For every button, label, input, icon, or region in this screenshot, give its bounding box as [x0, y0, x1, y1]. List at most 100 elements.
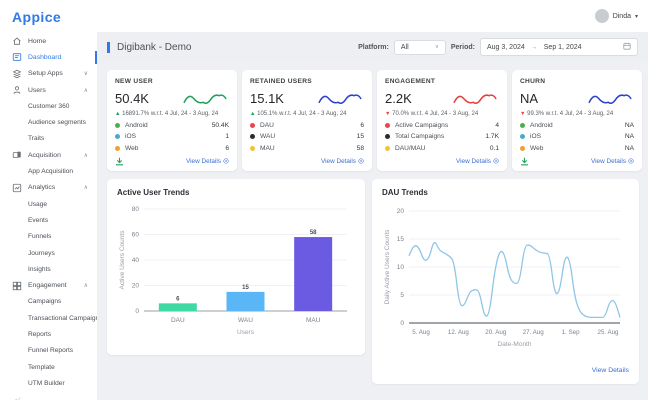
view-details-link[interactable]: View Details: [321, 158, 364, 165]
user-menu-caret-icon[interactable]: ▾: [635, 13, 638, 20]
acquisition-icon: [11, 150, 22, 161]
sidebar-item-dashboard[interactable]: Dashboard: [0, 49, 97, 65]
platform-select[interactable]: All ∨: [394, 40, 446, 55]
sidebar-item-utm-builder[interactable]: UTM Builder: [0, 375, 97, 391]
sidebar-item-transactional-campaigns[interactable]: Transactional Campaigns: [0, 310, 97, 326]
sidebar-item-journeys[interactable]: Journeys: [0, 245, 97, 261]
sidebar-item-label: Users: [28, 87, 46, 94]
mau-dot-icon: [250, 146, 255, 151]
view-details-link[interactable]: View Details: [186, 158, 229, 165]
svg-text:Active Users Counts: Active Users Counts: [119, 230, 126, 290]
active-campaigns-dot-icon: [385, 123, 390, 128]
trend-arrow-icon: ▼: [385, 111, 390, 117]
avatar[interactable]: [595, 9, 609, 23]
card-value: 15.1K: [250, 91, 284, 106]
sidebar-item-app-acquisition[interactable]: App Acquisition: [0, 163, 97, 179]
trend-arrow-icon: ▼: [520, 111, 525, 117]
card-title: CHURN: [520, 78, 634, 85]
svg-text:27. Aug: 27. Aug: [523, 329, 545, 336]
chevron-up-icon[interactable]: ∧: [84, 87, 88, 94]
active-user-trends-card: Active User Trends 0204060806DAU15WAU58M…: [107, 179, 365, 355]
app-window: Appice Home Dashboard Setup Apps ∨ Users…: [0, 0, 648, 400]
sidebar-item-users[interactable]: Users ∧: [0, 82, 97, 98]
delta-text: ▼ 99.3% w.r.t. 4 Jul, 24 - 3 Aug, 24: [520, 111, 634, 117]
sidebar-nav: Home Dashboard Setup Apps ∨ Users ∧ Cust…: [0, 33, 97, 400]
metric-row-android: Android50.4K: [115, 122, 229, 129]
sidebar-item-usage[interactable]: Usage: [0, 196, 97, 212]
svg-text:1. Sep: 1. Sep: [562, 329, 580, 336]
chevron-down-icon[interactable]: ∨: [84, 70, 88, 77]
dashboard-icon: [11, 52, 22, 63]
sidebar-item-setup-apps[interactable]: Setup Apps ∨: [0, 66, 97, 82]
sparkline-chart: [586, 90, 634, 107]
sidebar: Appice Home Dashboard Setup Apps ∨ Users…: [0, 0, 97, 400]
delta-text: ▼ 70.0% w.r.t. 4 Jul, 24 - 3 Aug, 24: [385, 111, 499, 117]
user-name[interactable]: Dinda: [613, 13, 631, 20]
view-details-link[interactable]: View Details: [591, 158, 634, 165]
period-range-input[interactable]: Aug 3, 2024 → Sep 1, 2024: [480, 38, 638, 56]
kpi-card-churn: CHURN NA ▼ 99.3% w.r.t. 4 Jul, 24 - 3 Au…: [512, 70, 642, 171]
delta-text: ▲ 105.1% w.r.t. 4 Jul, 24 - 3 Aug, 24: [250, 111, 364, 117]
kpi-cards: NEW USER 50.4K ▲ 16891.7% w.r.t. 4 Jul, …: [107, 70, 642, 171]
sidebar-item-label: Setup Apps: [28, 70, 63, 77]
svg-text:5: 5: [400, 292, 404, 299]
web-icon: [115, 146, 120, 151]
card-value: 2.2K: [385, 91, 412, 106]
svg-text:Daily Active Users Counts: Daily Active Users Counts: [384, 229, 391, 305]
sidebar-item-engagement[interactable]: Engagement ∧: [0, 277, 97, 293]
calendar-icon[interactable]: [623, 42, 631, 52]
sparkline-chart: [181, 90, 229, 107]
sidebar-item-partial[interactable]: [0, 392, 97, 400]
sidebar-item-reports[interactable]: Reports: [0, 326, 97, 342]
sidebar-item-label: Acquisition: [28, 152, 61, 159]
metric-row-web: Web6: [115, 145, 229, 152]
metric-row-android: AndroidNA: [520, 122, 634, 129]
page-title: Digibank - Demo: [107, 42, 191, 53]
total-campaigns-dot-icon: [385, 134, 390, 139]
sidebar-item-label: Home: [28, 38, 46, 45]
svg-text:60: 60: [132, 231, 140, 238]
download-icon[interactable]: [520, 157, 529, 166]
view-details-link[interactable]: View Details: [456, 158, 499, 165]
sidebar-item-analytics[interactable]: Analytics ∧: [0, 180, 97, 196]
svg-text:0: 0: [400, 320, 404, 327]
sidebar-item-audience-segments[interactable]: Audience segments: [0, 114, 97, 130]
svg-text:10: 10: [397, 264, 405, 271]
sidebar-item-funnels[interactable]: Funnels: [0, 229, 97, 245]
sidebar-item-funnel-reports[interactable]: Funnel Reports: [0, 343, 97, 359]
metric-row-dau-mau: DAU/MAU0.1: [385, 145, 499, 152]
view-details-link[interactable]: View Details: [382, 367, 629, 374]
dashboard-content: NEW USER 50.4K ▲ 16891.7% w.r.t. 4 Jul, …: [97, 62, 648, 384]
metric-row-total-campaigns: Total Campaigns1.7K: [385, 133, 499, 140]
platform-value: All: [401, 44, 409, 51]
sidebar-item-insights[interactable]: Insights: [0, 261, 97, 277]
sidebar-item-customer-360[interactable]: Customer 360: [0, 98, 97, 114]
dau-trends-chart: 051015205. Aug12. Aug20. Aug27. Aug1. Se…: [382, 201, 627, 359]
card-title: RETAINED USERS: [250, 78, 364, 85]
metric-row-ios: iOSNA: [520, 133, 634, 140]
sidebar-item-events[interactable]: Events: [0, 212, 97, 228]
sidebar-item-traits[interactable]: Traits: [0, 131, 97, 147]
svg-text:5. Aug: 5. Aug: [412, 329, 430, 336]
svg-text:Date-Month: Date-Month: [498, 341, 532, 348]
android-icon: [115, 123, 120, 128]
download-icon[interactable]: [115, 157, 124, 166]
chevron-up-icon[interactable]: ∧: [84, 152, 88, 159]
chart-icon: [11, 394, 22, 400]
sidebar-item-acquisition[interactable]: Acquisition ∧: [0, 147, 97, 163]
chevron-up-icon[interactable]: ∧: [84, 282, 88, 289]
sidebar-item-template[interactable]: Template: [0, 359, 97, 375]
chevron-up-icon[interactable]: ∧: [84, 184, 88, 191]
card-value: NA: [520, 91, 538, 106]
svg-text:0: 0: [135, 308, 139, 315]
metric-row-wau: WAU15: [250, 133, 364, 140]
svg-text:20: 20: [132, 282, 140, 289]
sidebar-item-campaigns[interactable]: Campaigns: [0, 294, 97, 310]
main-area: Dinda ▾ Digibank - Demo Platform: All ∨ …: [97, 0, 648, 400]
sidebar-item-home[interactable]: Home: [0, 33, 97, 49]
svg-text:12. Aug: 12. Aug: [448, 329, 470, 336]
range-arrow-icon: →: [531, 44, 538, 51]
svg-text:20. Aug: 20. Aug: [485, 329, 507, 336]
ios-icon: [115, 134, 120, 139]
svg-text:15: 15: [242, 285, 249, 291]
